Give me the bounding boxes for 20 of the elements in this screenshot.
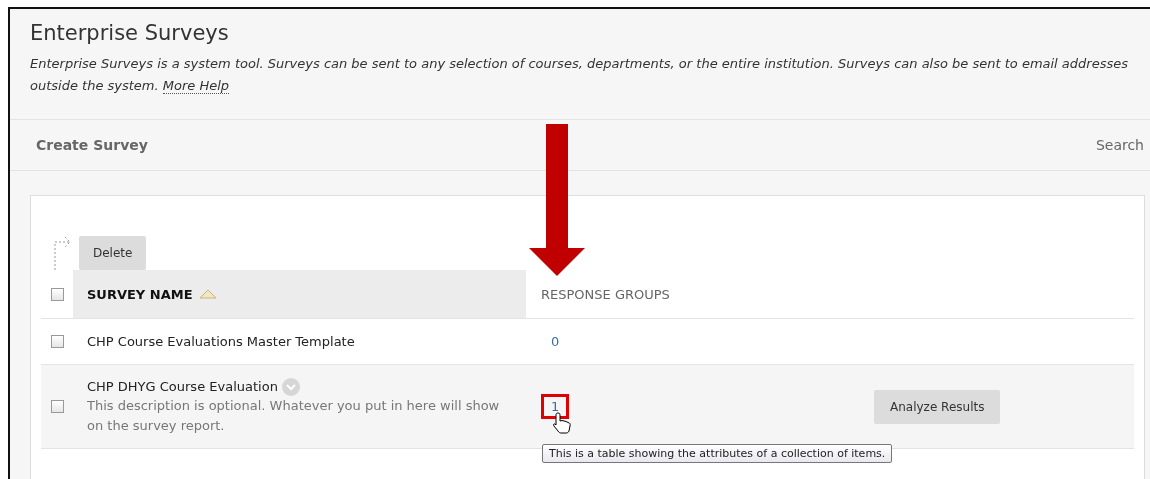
more-help-link[interactable]: More Help <box>162 78 230 94</box>
page-title: Enterprise Surveys <box>30 21 230 45</box>
survey-name[interactable]: CHP DHYG Course Evaluation <box>87 379 278 394</box>
survey-name[interactable]: CHP Course Evaluations Master Template <box>87 334 355 349</box>
search-button[interactable]: Search <box>1095 137 1144 153</box>
sort-triangle-icon <box>198 289 217 299</box>
response-count-link[interactable]: 0 <box>541 329 570 354</box>
analyze-results-button[interactable]: Analyze Results <box>874 389 1001 424</box>
page-description: Enterprise Surveys is a system tool. Surveys can be sent to any selection of courses, departments, or the entire institution. Surveys can also be sent to email addresses outside the system. More Help <box>30 55 1129 96</box>
row-checkbox[interactable] <box>50 335 64 348</box>
row-checkbox[interactable] <box>50 400 64 413</box>
hand-cursor-icon <box>552 412 572 434</box>
column-header[interactable]: RESPONSE GROUPS <box>526 286 874 302</box>
create-survey-button[interactable]: Create Survey <box>36 137 148 153</box>
chevron-down-icon[interactable] <box>281 377 300 396</box>
delete-button[interactable]: Delete <box>79 236 147 270</box>
survey-description: This description is optional. Whatever you put in here will show on the survey report. <box>87 396 501 435</box>
tooltip: This is a table showing the attributes of a collection of items. <box>542 444 893 463</box>
column-header[interactable]: SURVEY NAME <box>73 270 526 318</box>
select-all-checkbox[interactable] <box>50 287 64 301</box>
